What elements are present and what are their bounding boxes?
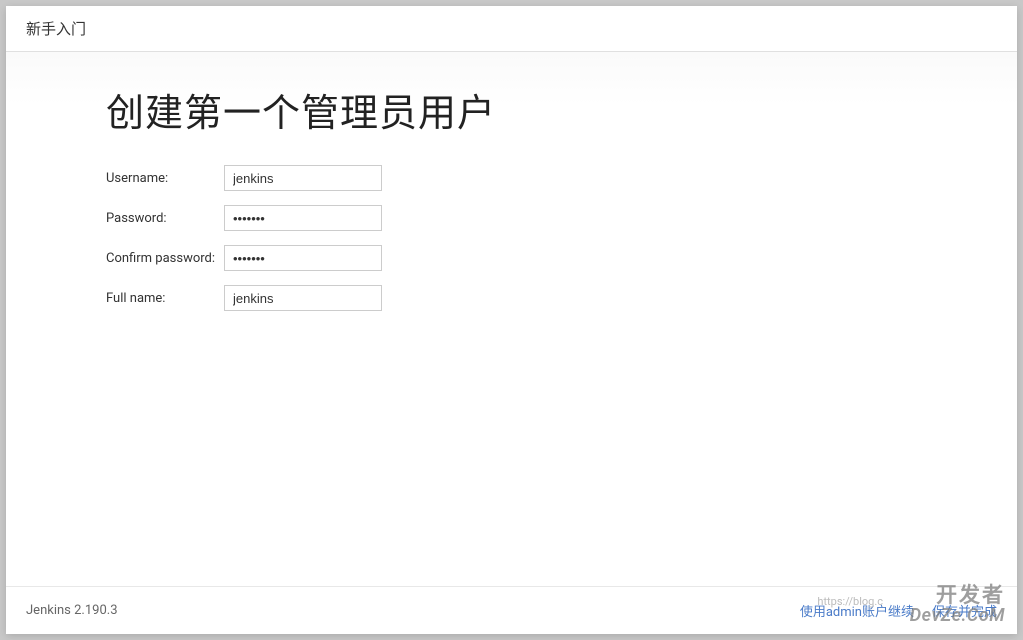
username-input[interactable]: [224, 165, 382, 191]
header-title: 新手入门: [26, 20, 86, 38]
fullname-label: Full name:: [106, 291, 224, 306]
confirm-password-input[interactable]: [224, 245, 382, 271]
page-title: 创建第一个管理员用户: [106, 82, 917, 137]
password-row: Password:: [106, 205, 917, 231]
confirm-password-row: Confirm password:: [106, 245, 917, 271]
password-input[interactable]: [224, 205, 382, 231]
version-text: Jenkins 2.190.3: [26, 603, 118, 618]
window-footer: Jenkins 2.190.3 使用admin账户继续 保存并完成: [6, 586, 1017, 634]
save-and-finish-link[interactable]: 保存并完成: [932, 601, 997, 620]
fullname-input[interactable]: [224, 285, 382, 311]
setup-wizard-window: 新手入门 创建第一个管理员用户 Username: Password: Conf…: [6, 6, 1017, 634]
window-header: 新手入门: [6, 6, 1017, 52]
footer-actions: 使用admin账户继续 保存并完成: [800, 601, 997, 620]
content-area: 创建第一个管理员用户 Username: Password: Confirm p…: [6, 52, 1017, 586]
continue-as-admin-link[interactable]: 使用admin账户继续: [800, 601, 914, 620]
password-label: Password:: [106, 211, 224, 226]
fullname-row: Full name:: [106, 285, 917, 311]
username-label: Username:: [106, 171, 224, 186]
username-row: Username:: [106, 165, 917, 191]
confirm-password-label: Confirm password:: [106, 251, 224, 266]
